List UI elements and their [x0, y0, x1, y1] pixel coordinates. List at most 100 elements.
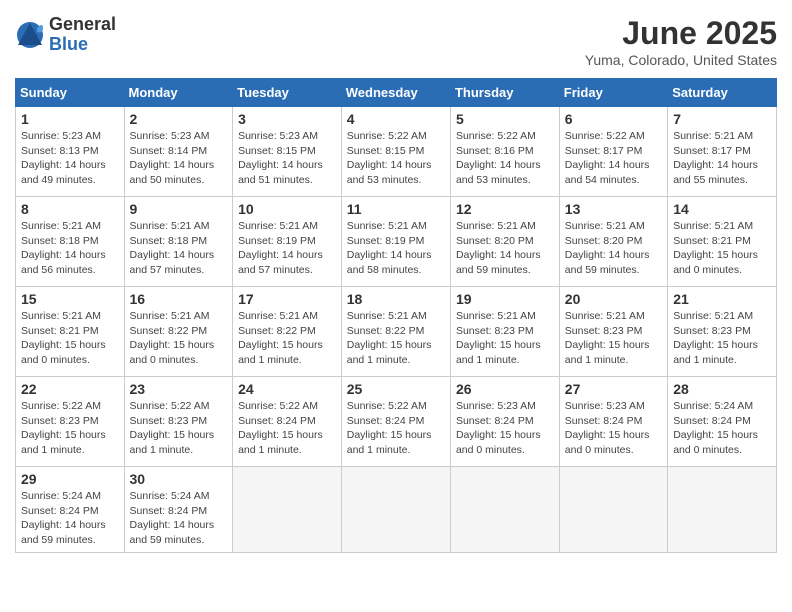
day-number: 29 [21, 471, 119, 487]
header-day-saturday: Saturday [668, 79, 777, 107]
calendar-cell [668, 467, 777, 553]
calendar-cell: 29 Sunrise: 5:24 AMSunset: 8:24 PMDayligh… [16, 467, 125, 553]
day-number: 17 [238, 291, 336, 307]
day-info: Sunrise: 5:21 AMSunset: 8:19 PMDaylight:… [238, 219, 336, 278]
calendar-cell: 18Sunrise: 5:21 AMSunset: 8:22 PMDayligh… [341, 287, 450, 377]
calendar-cell: 28 Sunrise: 5:24 AMSunset: 8:24 PMDayligh… [668, 377, 777, 467]
calendar-cell: 11 Sunrise: 5:21 AMSunset: 8:19 PMDayligh… [341, 197, 450, 287]
day-number: 22 [21, 381, 119, 397]
header-day-sunday: Sunday [16, 79, 125, 107]
calendar-cell: 22 Sunrise: 5:22 AMSunset: 8:23 PMDayligh… [16, 377, 125, 467]
day-info: Sunrise: 5:21 AMSunset: 8:21 PMDaylight:… [673, 219, 771, 278]
day-info: Sunrise: 5:21 AMSunset: 8:18 PMDaylight:… [130, 219, 228, 278]
day-info: Sunrise: 5:23 AMSunset: 8:13 PMDaylight:… [21, 129, 119, 188]
calendar-cell: 1 Sunrise: 5:23 AMSunset: 8:13 PMDaylight… [16, 107, 125, 197]
calendar-cell: 4 Sunrise: 5:22 AMSunset: 8:15 PMDaylight… [341, 107, 450, 197]
day-info: Sunrise: 5:22 AMSunset: 8:23 PMDaylight:… [130, 399, 228, 458]
calendar-cell: 30 Sunrise: 5:24 AMSunset: 8:24 PMDayligh… [124, 467, 233, 553]
day-number: 20 [565, 291, 662, 307]
day-number: 28 [673, 381, 771, 397]
day-info: Sunrise: 5:21 AMSunset: 8:19 PMDaylight:… [347, 219, 445, 278]
day-number: 1 [21, 111, 119, 127]
day-info: Sunrise: 5:22 AMSunset: 8:16 PMDaylight:… [456, 129, 554, 188]
month-title: June 2025 [585, 15, 777, 52]
header-day-wednesday: Wednesday [341, 79, 450, 107]
day-number: 9 [130, 201, 228, 217]
location-title: Yuma, Colorado, United States [585, 52, 777, 68]
logo-general: General [49, 15, 116, 35]
day-info: Sunrise: 5:23 AMSunset: 8:24 PMDaylight:… [456, 399, 554, 458]
calendar-cell: 14 Sunrise: 5:21 AMSunset: 8:21 PMDayligh… [668, 197, 777, 287]
day-info: Sunrise: 5:21 AMSunset: 8:23 PMDaylight:… [456, 309, 554, 368]
day-number: 12 [456, 201, 554, 217]
calendar-table: SundayMondayTuesdayWednesdayThursdayFrid… [15, 78, 777, 553]
day-info: Sunrise: 5:22 AMSunset: 8:23 PMDaylight:… [21, 399, 119, 458]
day-info: Sunrise: 5:22 AMSunset: 8:24 PMDaylight:… [238, 399, 336, 458]
day-number: 16 [130, 291, 228, 307]
header: General Blue June 2025 Yuma, Colorado, U… [15, 15, 777, 68]
calendar-cell: 10Sunrise: 5:21 AMSunset: 8:19 PMDayligh… [233, 197, 342, 287]
calendar-cell: 3 Sunrise: 5:23 AMSunset: 8:15 PMDaylight… [233, 107, 342, 197]
day-info: Sunrise: 5:22 AMSunset: 8:15 PMDaylight:… [347, 129, 445, 188]
day-number: 11 [347, 201, 445, 217]
logo-blue: Blue [49, 35, 116, 55]
day-number: 7 [673, 111, 771, 127]
day-number: 19 [456, 291, 554, 307]
calendar-cell: 7 Sunrise: 5:21 AMSunset: 8:17 PMDaylight… [668, 107, 777, 197]
day-number: 5 [456, 111, 554, 127]
header-day-friday: Friday [559, 79, 667, 107]
calendar-cell: 5 Sunrise: 5:22 AMSunset: 8:16 PMDaylight… [450, 107, 559, 197]
day-number: 30 [130, 471, 228, 487]
week-row-5: 29 Sunrise: 5:24 AMSunset: 8:24 PMDayligh… [16, 467, 777, 553]
calendar-cell: 25 Sunrise: 5:22 AMSunset: 8:24 PMDayligh… [341, 377, 450, 467]
header-day-monday: Monday [124, 79, 233, 107]
day-number: 26 [456, 381, 554, 397]
calendar-cell: 27Sunrise: 5:23 AMSunset: 8:24 PMDayligh… [559, 377, 667, 467]
header-row: SundayMondayTuesdayWednesdayThursdayFrid… [16, 79, 777, 107]
calendar-cell: 26 Sunrise: 5:23 AMSunset: 8:24 PMDayligh… [450, 377, 559, 467]
day-info: Sunrise: 5:21 AMSunset: 8:20 PMDaylight:… [456, 219, 554, 278]
day-info: Sunrise: 5:24 AMSunset: 8:24 PMDaylight:… [673, 399, 771, 458]
day-info: Sunrise: 5:21 AMSunset: 8:22 PMDaylight:… [130, 309, 228, 368]
day-number: 18 [347, 291, 445, 307]
calendar-cell [450, 467, 559, 553]
calendar-cell: 24 Sunrise: 5:22 AMSunset: 8:24 PMDayligh… [233, 377, 342, 467]
day-info: Sunrise: 5:24 AMSunset: 8:24 PMDaylight:… [21, 489, 119, 548]
calendar-cell: 12 Sunrise: 5:21 AMSunset: 8:20 PMDayligh… [450, 197, 559, 287]
week-row-2: 8 Sunrise: 5:21 AMSunset: 8:18 PMDaylight… [16, 197, 777, 287]
week-row-4: 22 Sunrise: 5:22 AMSunset: 8:23 PMDayligh… [16, 377, 777, 467]
day-info: Sunrise: 5:21 AMSunset: 8:17 PMDaylight:… [673, 129, 771, 188]
calendar-cell [559, 467, 667, 553]
header-day-thursday: Thursday [450, 79, 559, 107]
calendar-cell: 21 Sunrise: 5:21 AMSunset: 8:23 PMDayligh… [668, 287, 777, 377]
day-number: 13 [565, 201, 662, 217]
calendar-cell: 8Sunrise: 5:21 AMSunset: 8:18 PMDaylight… [16, 197, 125, 287]
calendar-cell: 9 Sunrise: 5:21 AMSunset: 8:18 PMDaylight… [124, 197, 233, 287]
calendar-cell: 19 Sunrise: 5:21 AMSunset: 8:23 PMDayligh… [450, 287, 559, 377]
day-number: 24 [238, 381, 336, 397]
day-info: Sunrise: 5:21 AMSunset: 8:23 PMDaylight:… [565, 309, 662, 368]
day-number: 4 [347, 111, 445, 127]
calendar-cell: 13 Sunrise: 5:21 AMSunset: 8:20 PMDayligh… [559, 197, 667, 287]
day-number: 21 [673, 291, 771, 307]
calendar-cell: 2Sunrise: 5:23 AMSunset: 8:14 PMDaylight… [124, 107, 233, 197]
calendar-cell: 16 Sunrise: 5:21 AMSunset: 8:22 PMDayligh… [124, 287, 233, 377]
day-info: Sunrise: 5:22 AMSunset: 8:24 PMDaylight:… [347, 399, 445, 458]
logo-text: General Blue [49, 15, 116, 55]
calendar-cell: 15Sunrise: 5:21 AMSunset: 8:21 PMDayligh… [16, 287, 125, 377]
calendar-cell: 17Sunrise: 5:21 AMSunset: 8:22 PMDayligh… [233, 287, 342, 377]
day-info: Sunrise: 5:21 AMSunset: 8:21 PMDaylight:… [21, 309, 119, 368]
day-number: 2 [130, 111, 228, 127]
day-number: 3 [238, 111, 336, 127]
day-number: 8 [21, 201, 119, 217]
day-number: 23 [130, 381, 228, 397]
day-info: Sunrise: 5:21 AMSunset: 8:23 PMDaylight:… [673, 309, 771, 368]
day-number: 14 [673, 201, 771, 217]
day-info: Sunrise: 5:24 AMSunset: 8:24 PMDaylight:… [130, 489, 228, 548]
day-info: Sunrise: 5:23 AMSunset: 8:15 PMDaylight:… [238, 129, 336, 188]
day-number: 25 [347, 381, 445, 397]
day-info: Sunrise: 5:22 AMSunset: 8:17 PMDaylight:… [565, 129, 662, 188]
logo: General Blue [15, 15, 116, 55]
day-info: Sunrise: 5:21 AMSunset: 8:20 PMDaylight:… [565, 219, 662, 278]
day-number: 27 [565, 381, 662, 397]
